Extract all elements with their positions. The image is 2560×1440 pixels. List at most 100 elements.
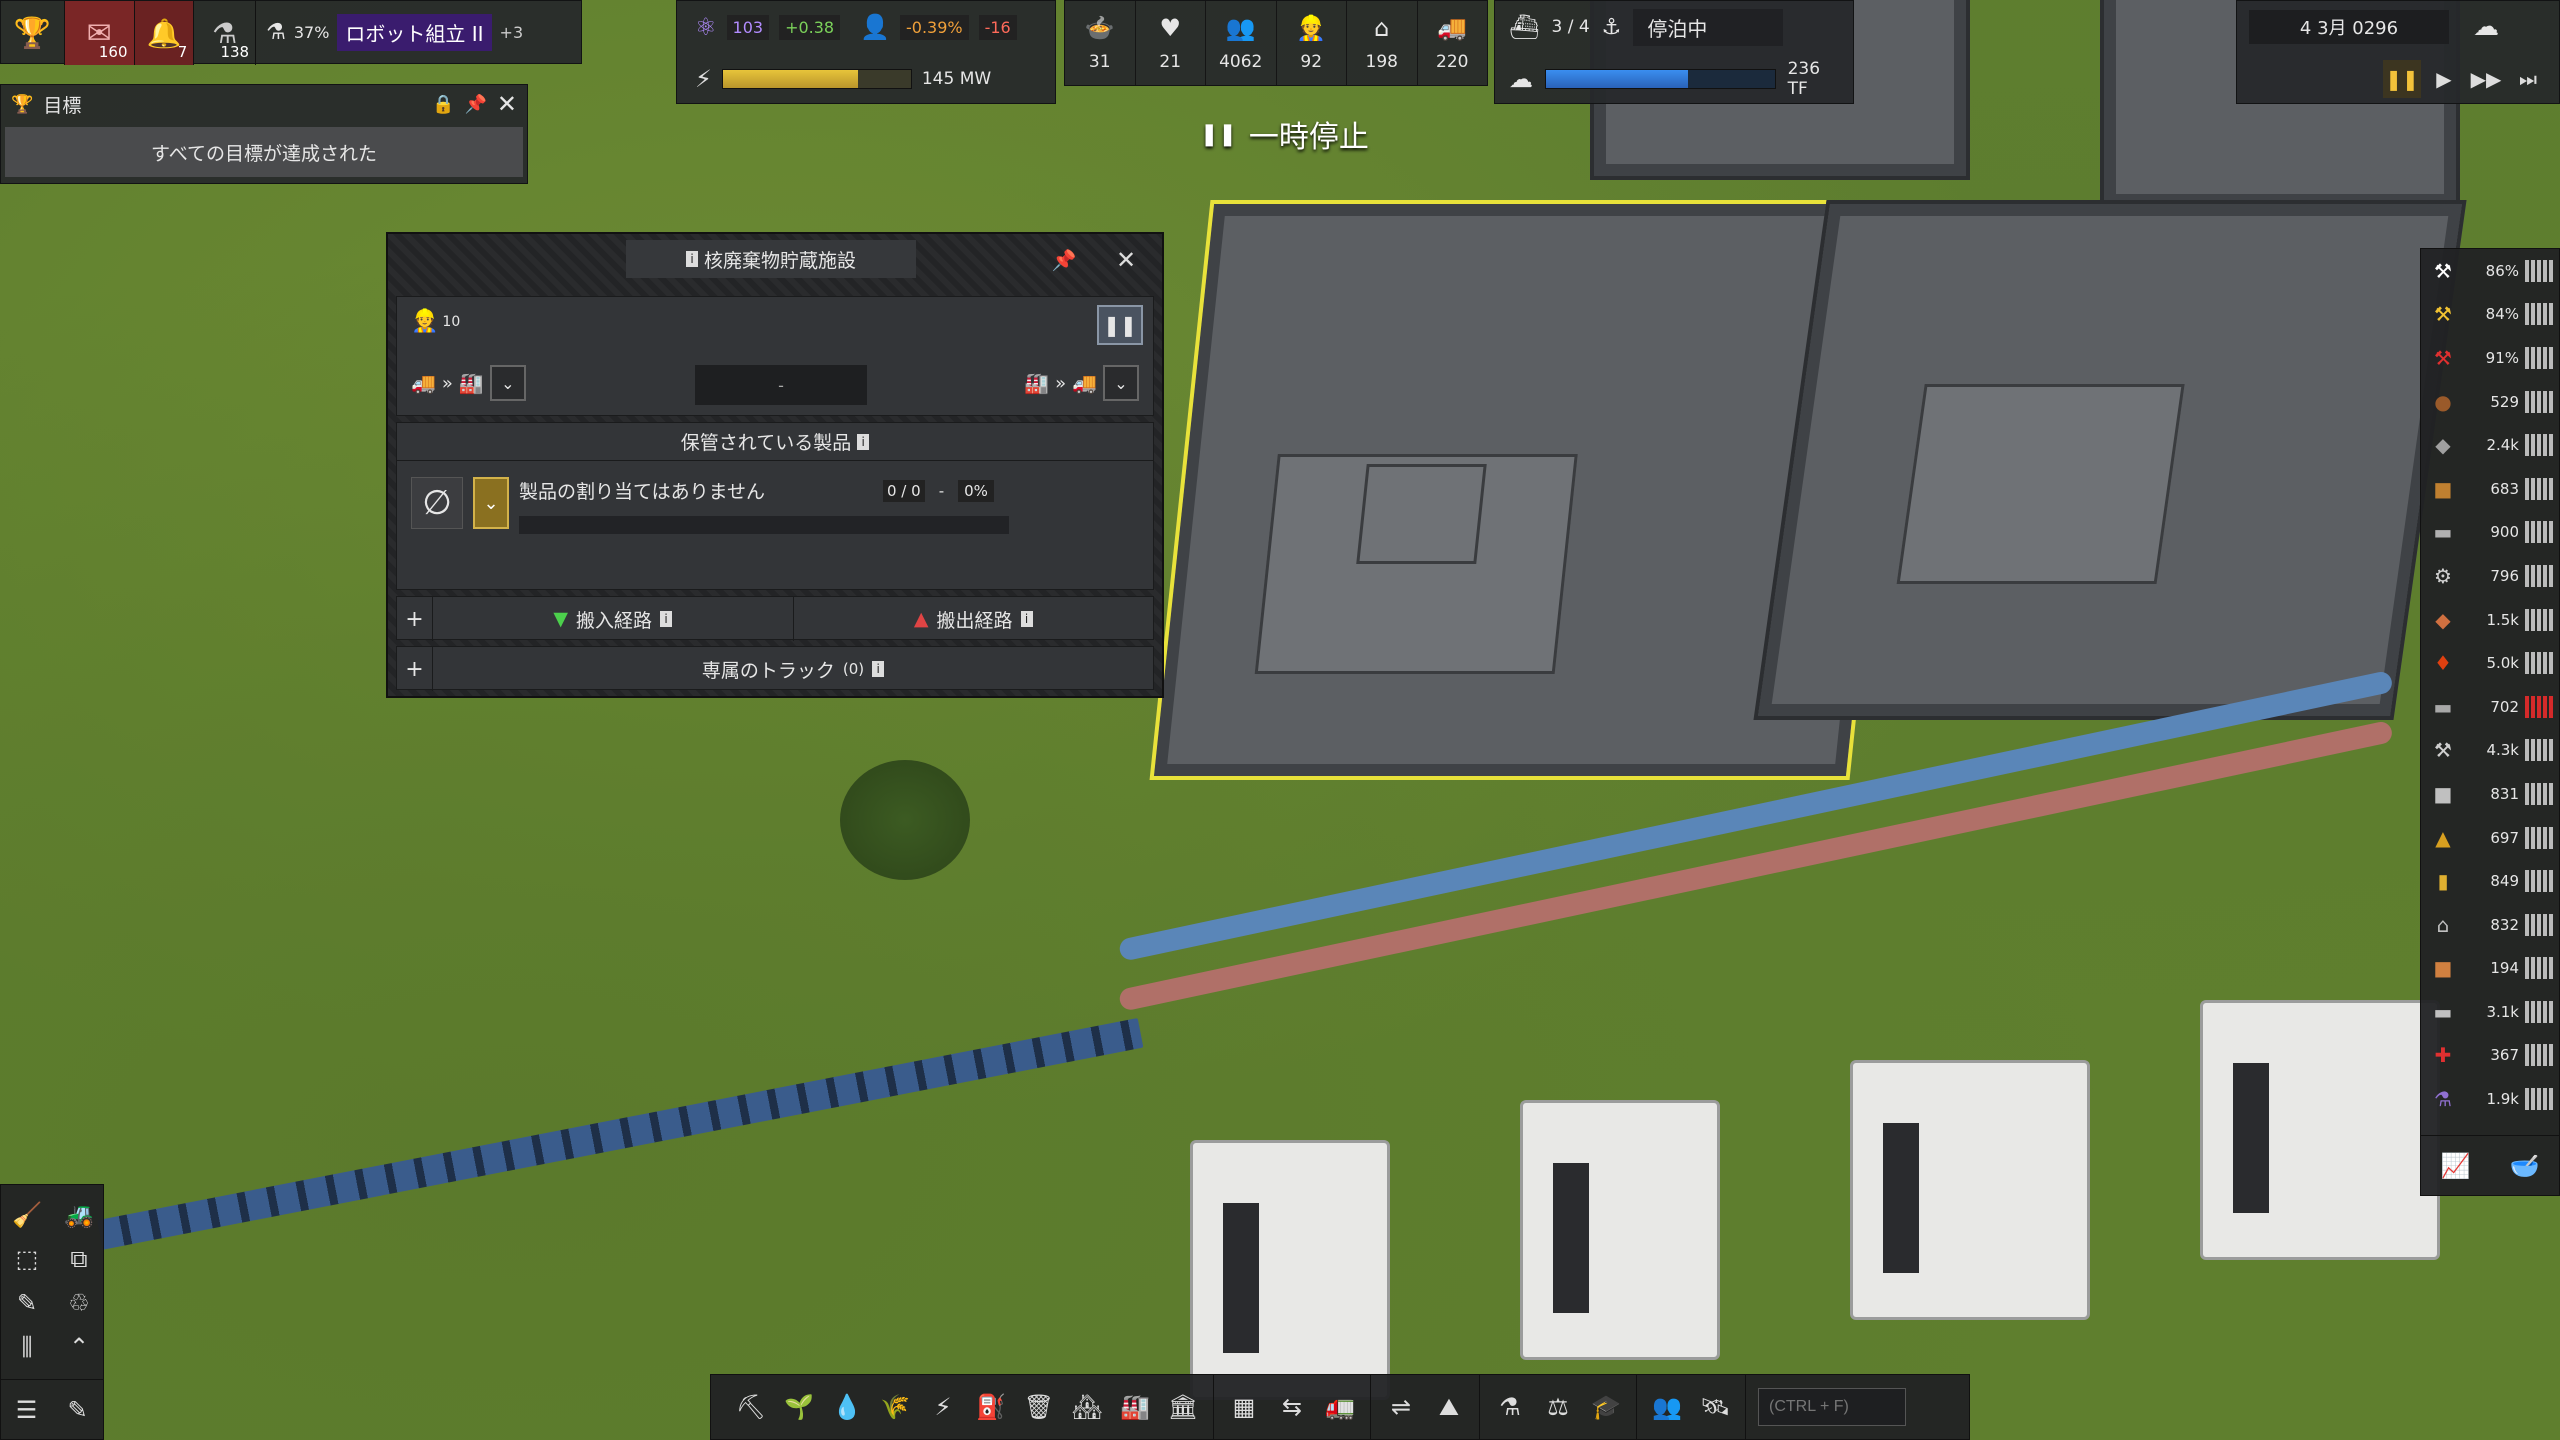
- assembly-machine-4[interactable]: [2200, 1000, 2440, 1260]
- resource-row[interactable]: ✚ 367: [2421, 1034, 2559, 1078]
- recipe-toggle-icon[interactable]: ♲: [53, 1281, 105, 1325]
- terrain-icon[interactable]: ⛰: [1425, 1383, 1473, 1431]
- export-dropdown[interactable]: ⌄: [1103, 365, 1139, 401]
- pause-button[interactable]: ❚❚: [2383, 60, 2421, 98]
- satellite-icon[interactable]: 🛰: [1691, 1383, 1739, 1431]
- resource-row[interactable]: ⚗ 1.9k: [2421, 1077, 2559, 1121]
- resource-row[interactable]: ▬ 702: [2421, 685, 2559, 729]
- weather-icon[interactable]: ☁: [2473, 12, 2499, 42]
- pin-icon[interactable]: 📌: [464, 94, 486, 115]
- resource-row[interactable]: ■ 683: [2421, 467, 2559, 511]
- power-icon[interactable]: ⚡: [919, 1383, 967, 1431]
- food-production-icon[interactable]: 🌾: [871, 1383, 919, 1431]
- fastest-forward-button[interactable]: ⏭: [2509, 60, 2547, 98]
- water-icon[interactable]: 💧: [823, 1383, 871, 1431]
- health-stat[interactable]: ♥ 21: [1136, 1, 1206, 85]
- resource-row[interactable]: ▮ 849: [2421, 859, 2559, 903]
- transport-icon[interactable]: ⇆: [1268, 1383, 1316, 1431]
- balance-icon[interactable]: ⚖: [1534, 1383, 1582, 1431]
- resource-row[interactable]: ■ 194: [2421, 947, 2559, 991]
- storage-icon[interactable]: ▦: [1220, 1383, 1268, 1431]
- people-icon[interactable]: 👥: [1643, 1383, 1691, 1431]
- assembly-machine-3[interactable]: [1850, 1060, 2090, 1320]
- lock-icon[interactable]: 🔒: [432, 94, 454, 115]
- water-row[interactable]: ☁ 236 TF: [1495, 53, 1853, 105]
- vehicles-stat[interactable]: 🚚 220: [1418, 1, 1488, 85]
- vehicle-tool-icon[interactable]: 🚜: [53, 1193, 105, 1237]
- farming-icon[interactable]: 🌱: [775, 1383, 823, 1431]
- power-row[interactable]: ⚡ 145 MW: [677, 53, 1055, 105]
- resource-row[interactable]: ■ 831: [2421, 772, 2559, 816]
- resource-row[interactable]: ◆ 2.4k: [2421, 423, 2559, 467]
- workers-stat[interactable]: 👷 92: [1277, 1, 1347, 85]
- unity-value[interactable]: 103: [726, 14, 770, 40]
- housing-stat[interactable]: ⌂ 198: [1347, 1, 1418, 85]
- pause-building-button[interactable]: ❚❚: [1097, 305, 1143, 345]
- close-icon[interactable]: ✕: [1108, 242, 1144, 278]
- layers-icon[interactable]: ☰: [1, 1380, 52, 1439]
- current-research[interactable]: ⚗ 37% ロボット組立 II +3: [256, 1, 581, 63]
- add-route-button[interactable]: +: [397, 597, 433, 641]
- factory-icon[interactable]: 🏭: [1111, 1383, 1159, 1431]
- tower-icon[interactable]: ⫼: [1, 1325, 53, 1369]
- research-lab-icon[interactable]: ⚗: [1486, 1383, 1534, 1431]
- empty-product-icon[interactable]: ∅: [411, 477, 463, 529]
- research-tree-button[interactable]: ⚗ 138: [194, 1, 257, 65]
- play-button[interactable]: ▶: [2425, 60, 2463, 98]
- logistics-field[interactable]: -: [695, 365, 867, 405]
- product-dropdown[interactable]: ⌄: [473, 477, 509, 529]
- resource-row[interactable]: ⌂ 832: [2421, 903, 2559, 947]
- achievements-button[interactable]: 🏆: [1, 1, 65, 65]
- education-icon[interactable]: 🎓: [1582, 1383, 1630, 1431]
- vehicle-depot-icon[interactable]: 🚛: [1316, 1383, 1364, 1431]
- info-icon[interactable]: i: [660, 611, 673, 627]
- resource-row[interactable]: ▬ 900: [2421, 511, 2559, 555]
- input-routes-button[interactable]: ▼ 搬入経路 i: [433, 597, 794, 641]
- recipe-book-icon[interactable]: 🥣: [2510, 1152, 2540, 1180]
- bulldoze-tool-icon[interactable]: 🧹: [1, 1193, 53, 1237]
- edit-icon[interactable]: ✎: [52, 1380, 103, 1439]
- resource-row[interactable]: ◆ 1.5k: [2421, 598, 2559, 642]
- waste-icon[interactable]: 🗑: [1015, 1383, 1063, 1431]
- resource-row[interactable]: ♦ 5.0k: [2421, 641, 2559, 685]
- resource-row[interactable]: ● 529: [2421, 380, 2559, 424]
- ship-row[interactable]: ⛴ 3 / 4 ⚓ 停泊中: [1495, 1, 1853, 53]
- mail-button[interactable]: ✉ 160: [64, 1, 135, 65]
- adjacent-storage-building[interactable]: [1753, 200, 2467, 720]
- close-icon[interactable]: ✕: [497, 90, 517, 118]
- stats-chart-icon[interactable]: 📈: [2441, 1152, 2471, 1180]
- eyedropper-icon[interactable]: ✎: [1, 1281, 53, 1325]
- add-truck-button[interactable]: +: [397, 647, 433, 691]
- mining-icon[interactable]: ⛏: [727, 1383, 775, 1431]
- info-icon[interactable]: i: [1020, 611, 1033, 627]
- fast-forward-button[interactable]: ▶▶: [2467, 60, 2505, 98]
- import-dropdown[interactable]: ⌄: [489, 365, 526, 401]
- conveyor-icon[interactable]: ⇌: [1377, 1383, 1425, 1431]
- info-icon[interactable]: i: [872, 661, 885, 677]
- resource-row[interactable]: ⚒ 84%: [2421, 293, 2559, 337]
- info-icon[interactable]: i: [685, 251, 698, 267]
- resource-row[interactable]: ⚙ 796: [2421, 554, 2559, 598]
- resource-row[interactable]: ▲ 697: [2421, 816, 2559, 860]
- copy-icon[interactable]: ⧉: [53, 1237, 105, 1281]
- resource-row[interactable]: ⚒ 91%: [2421, 336, 2559, 380]
- assembly-machine-1[interactable]: [1190, 1140, 1390, 1400]
- resource-row[interactable]: ⚒ 86%: [2421, 249, 2559, 293]
- upgrade-icon[interactable]: ⌃: [53, 1325, 105, 1369]
- resource-row[interactable]: ▬ 3.1k: [2421, 990, 2559, 1034]
- output-routes-button[interactable]: ▲ 搬出経路 i: [794, 597, 1154, 641]
- alerts-button[interactable]: 🔔 7: [134, 1, 195, 65]
- select-area-icon[interactable]: ⬚: [1, 1237, 53, 1281]
- game-world[interactable]: [0, 0, 2560, 1440]
- population-stat[interactable]: 👥 4062: [1206, 1, 1277, 85]
- resource-row[interactable]: ⚒ 4.3k: [2421, 729, 2559, 773]
- pin-icon[interactable]: 📌: [1046, 242, 1082, 278]
- assembly-machine-2[interactable]: [1520, 1100, 1720, 1360]
- fuel-icon[interactable]: ⛽: [967, 1383, 1015, 1431]
- info-icon[interactable]: i: [857, 433, 870, 450]
- monument-icon[interactable]: 🏛: [1159, 1383, 1207, 1431]
- dedicated-trucks[interactable]: 専属のトラック (0) i: [433, 647, 1153, 691]
- population-change-pct[interactable]: -0.39%: [899, 14, 969, 40]
- search-input[interactable]: [1758, 1388, 1906, 1426]
- food-stat[interactable]: 🍲 31: [1065, 1, 1136, 85]
